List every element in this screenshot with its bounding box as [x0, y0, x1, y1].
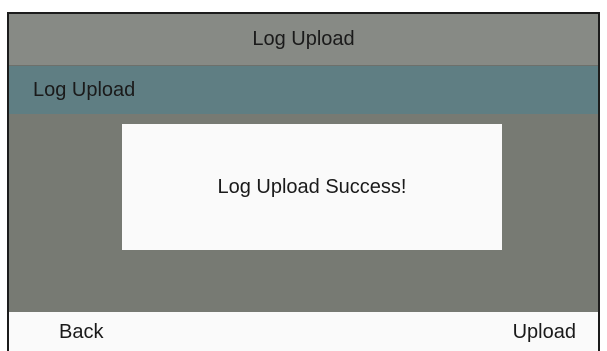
screen-title: Log Upload: [252, 28, 355, 50]
dialog-message: Log Upload Success!: [217, 175, 407, 198]
title-bar: Log Upload: [9, 14, 598, 66]
success-dialog: Log Upload Success!: [122, 124, 502, 250]
menu-item-label: Log Upload: [33, 78, 136, 101]
upload-softkey[interactable]: Upload: [513, 321, 576, 344]
softkey-bar: Back Upload: [9, 312, 598, 351]
menu-item-log-upload[interactable]: Log Upload: [9, 66, 598, 114]
phone-screen: Log Upload Log Upload Log Upload Success…: [7, 12, 600, 351]
back-softkey[interactable]: Back: [59, 321, 103, 344]
